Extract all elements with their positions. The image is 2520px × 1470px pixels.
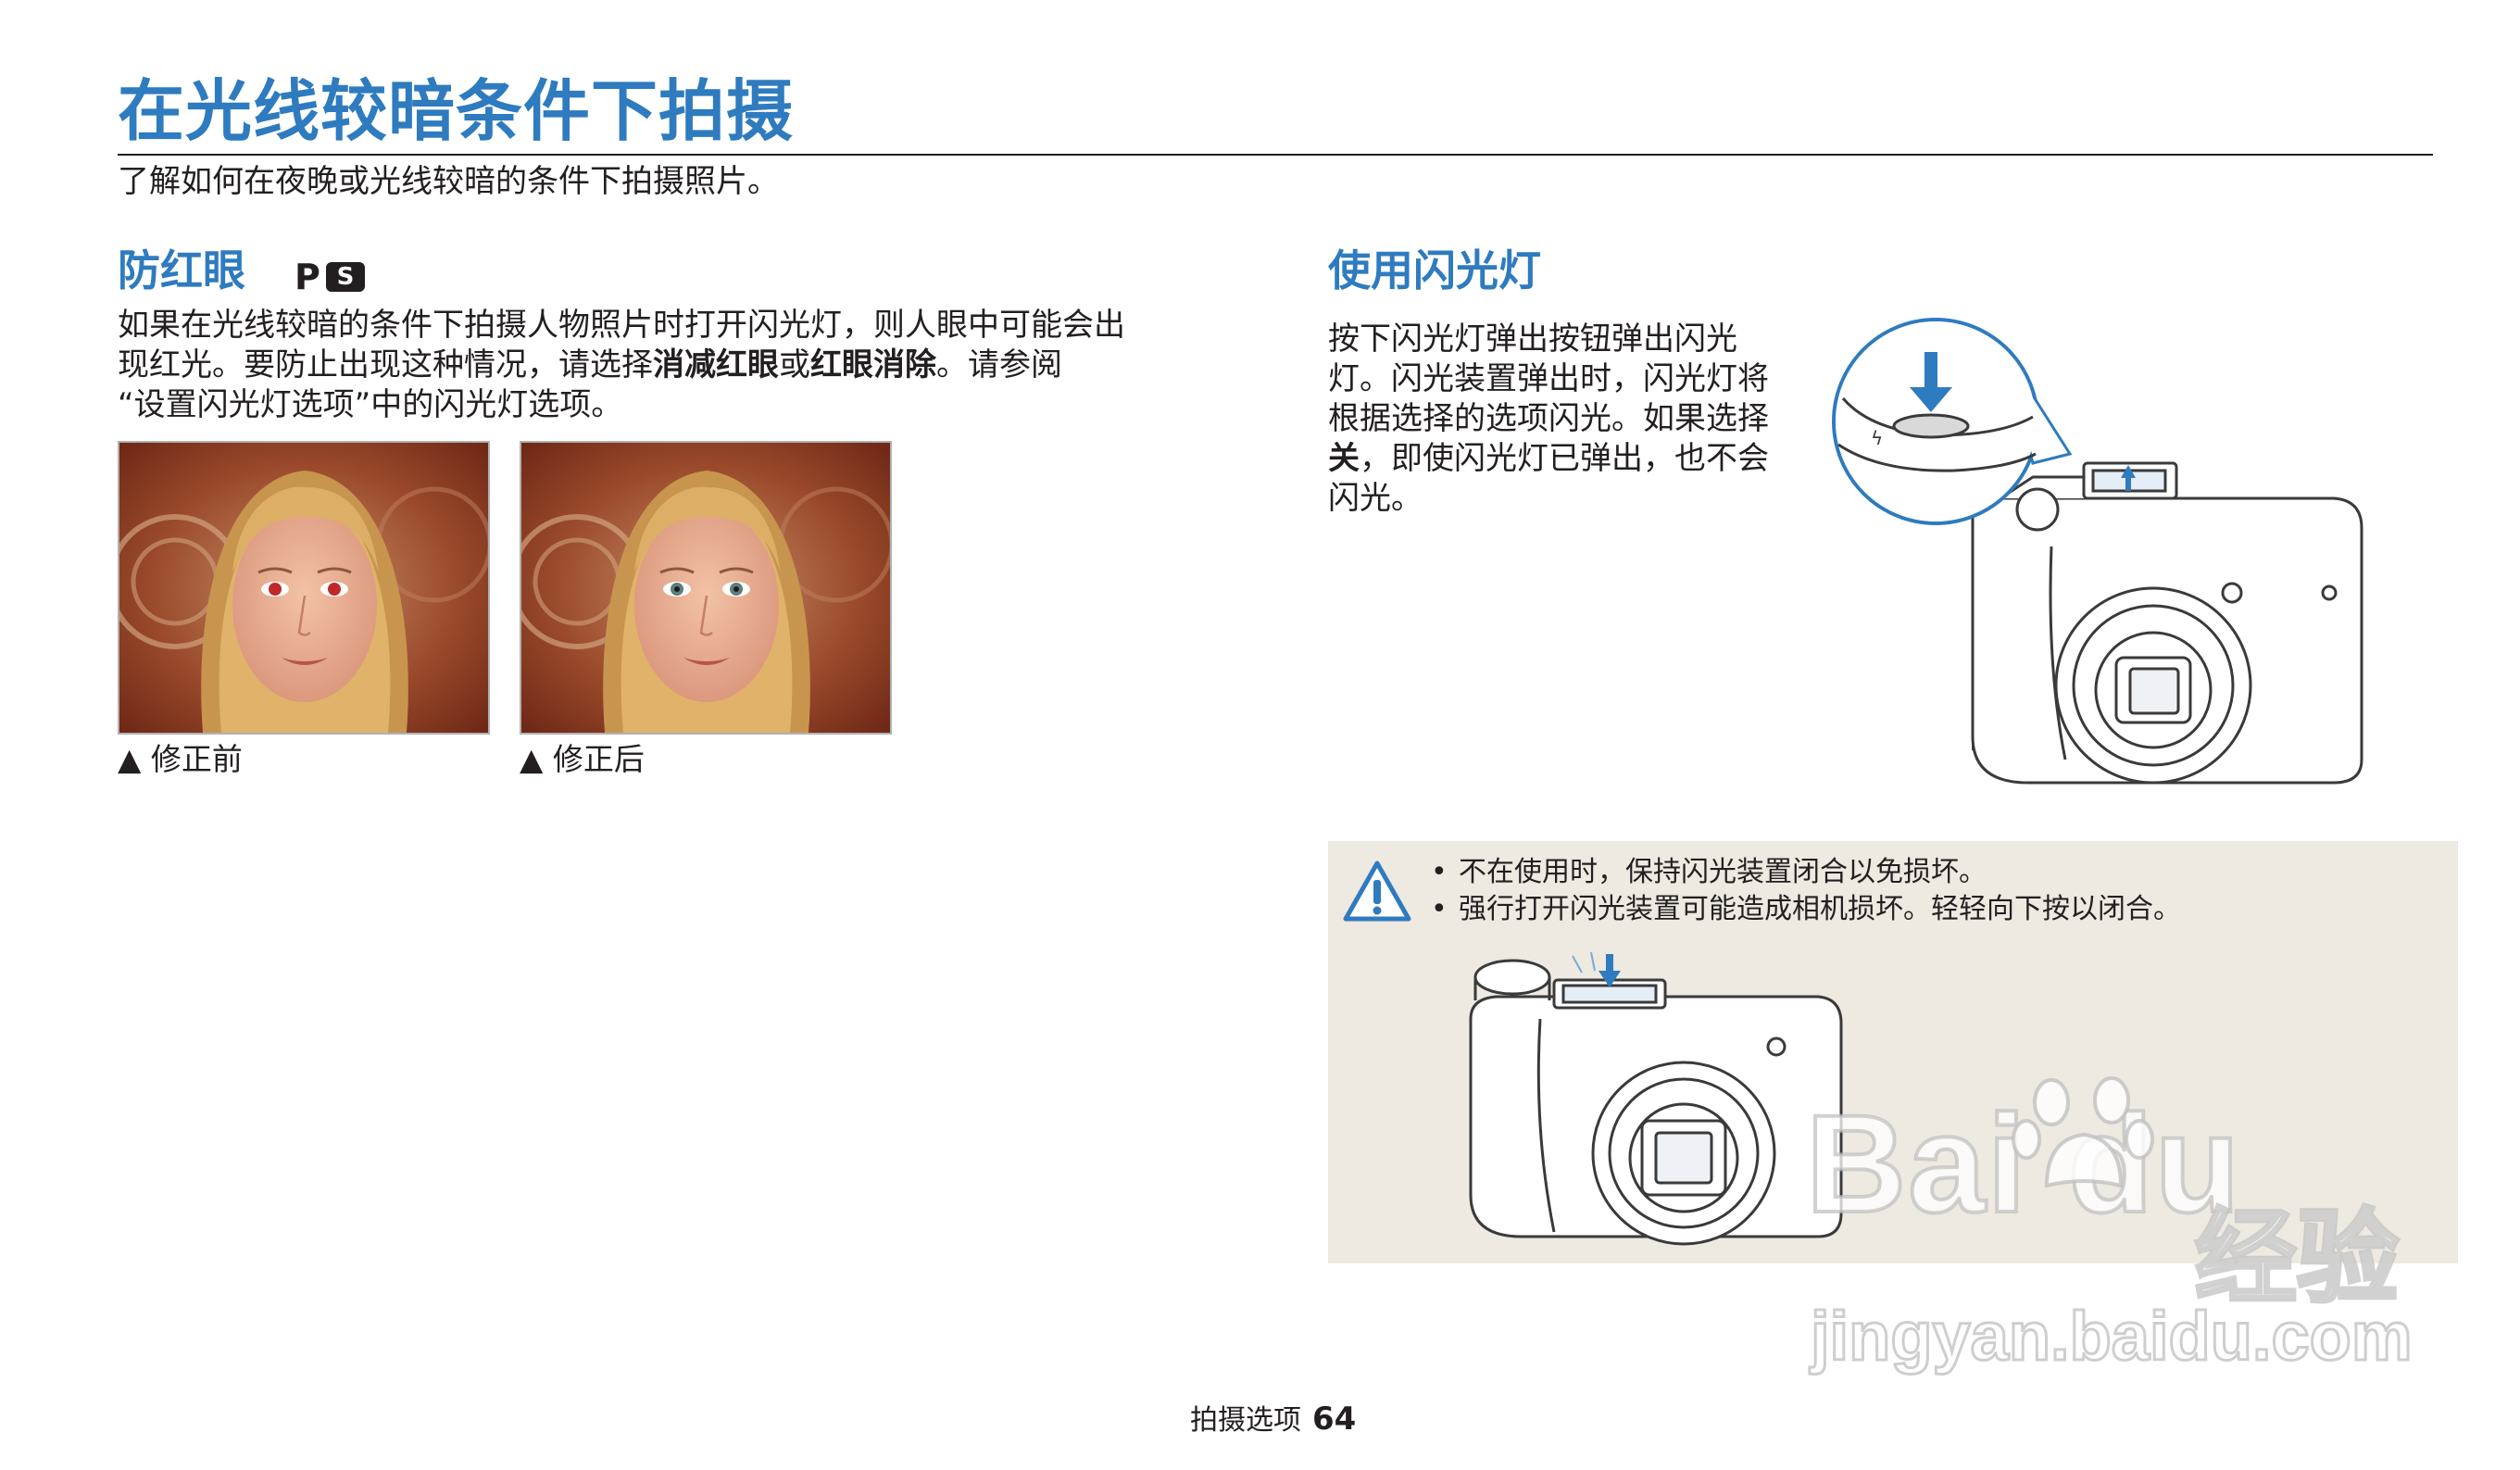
photo-before-correction	[118, 441, 490, 735]
bullet: •	[1431, 893, 1448, 925]
baidu-watermark-url: jingyan.baidu.com	[1810, 1297, 2414, 1376]
scene-mode-icon: S	[326, 262, 365, 292]
redeye-line-2a: 现红光。要防止出现这种情况，请选择	[118, 346, 653, 383]
flash-line-5: 闪光。	[1328, 480, 1423, 517]
camera-flash-popup-illustration: ϟ	[1832, 318, 2363, 785]
warning-icon	[1343, 861, 1411, 922]
footer-section-label: 拍摄选项	[1190, 1404, 1301, 1437]
page-subtitle: 了解如何在夜晚或光线较暗的条件下拍摄照片。	[118, 163, 779, 200]
redeye-line-2-or: 或	[779, 346, 810, 383]
warning-text-1: 不在使用时，保持闪光装置闭合以免损坏。	[1459, 856, 1987, 888]
warning-text-2: 强行打开闪光装置可能造成相机损坏。轻轻向下按以闭合。	[1459, 893, 2181, 925]
flash-line-3: 根据选择的选项闪光。如果选择	[1328, 400, 1769, 437]
camera-close-flash-illustration	[1469, 951, 1843, 1246]
warning-item: • 不在使用时，保持闪光装置闭合以免损坏。	[1431, 854, 2431, 891]
option-off: 关	[1328, 440, 1360, 477]
bullet: •	[1431, 856, 1448, 888]
page-number: 64	[1312, 1401, 1357, 1438]
portrait-before-image	[119, 443, 488, 733]
option-reduce-redeye: 消减红眼	[653, 346, 779, 383]
paw-watermark-icon	[2012, 1076, 2154, 1188]
redeye-line-3: “设置闪光灯选项”中的闪光灯选项。	[118, 386, 623, 423]
redeye-heading: 防红眼	[118, 245, 245, 295]
photo-after-correction	[520, 441, 892, 735]
warning-item: • 强行打开闪光装置可能造成相机损坏。轻轻向下按以闭合。	[1431, 891, 2431, 928]
option-redeye-fix: 红眼消除	[810, 346, 936, 383]
redeye-paragraph: 如果在光线较暗的条件下拍摄人物照片时打开闪光灯，则人眼中可能会出 现红光。要防止…	[118, 306, 1247, 425]
title-divider	[118, 154, 2433, 156]
flash-line-2: 灯。闪光装置弹出时，闪光灯将	[1328, 360, 1769, 397]
svg-text:ϟ: ϟ	[1871, 427, 1883, 449]
redeye-line-2: 现红光。要防止出现这种情况，请选择消减红眼或红眼消除。请参阅	[118, 346, 1247, 385]
warning-list: • 不在使用时，保持闪光装置闭合以免损坏。 • 强行打开闪光装置可能造成相机损坏。轻…	[1431, 854, 2431, 928]
flash-line-4-rest: ，即使闪光灯已弹出，也不会	[1360, 440, 1769, 477]
caption-before: ▲ 修正前	[118, 741, 243, 777]
program-mode-icon: P	[295, 257, 320, 297]
page-title: 在光线较暗条件下拍摄	[118, 72, 795, 150]
flash-paragraph: 按下闪光灯弹出按钮弹出闪光 灯。闪光装置弹出时，闪光灯将 根据选择的选项闪光。如…	[1328, 320, 1819, 519]
flash-heading: 使用闪光灯	[1328, 245, 1541, 295]
flash-line-4: 关，即使闪光灯已弹出，也不会	[1328, 439, 1819, 479]
caption-after: ▲ 修正后	[520, 741, 645, 777]
flash-line-1: 按下闪光灯弹出按钮弹出闪光	[1328, 320, 1737, 358]
redeye-line-1: 如果在光线较暗的条件下拍摄人物照片时打开闪光灯，则人眼中可能会出	[118, 307, 1125, 344]
redeye-line-2b: 。请参阅	[936, 346, 1062, 383]
portrait-after-image	[521, 443, 890, 733]
page-footer: 拍摄选项 64	[1190, 1399, 1356, 1441]
